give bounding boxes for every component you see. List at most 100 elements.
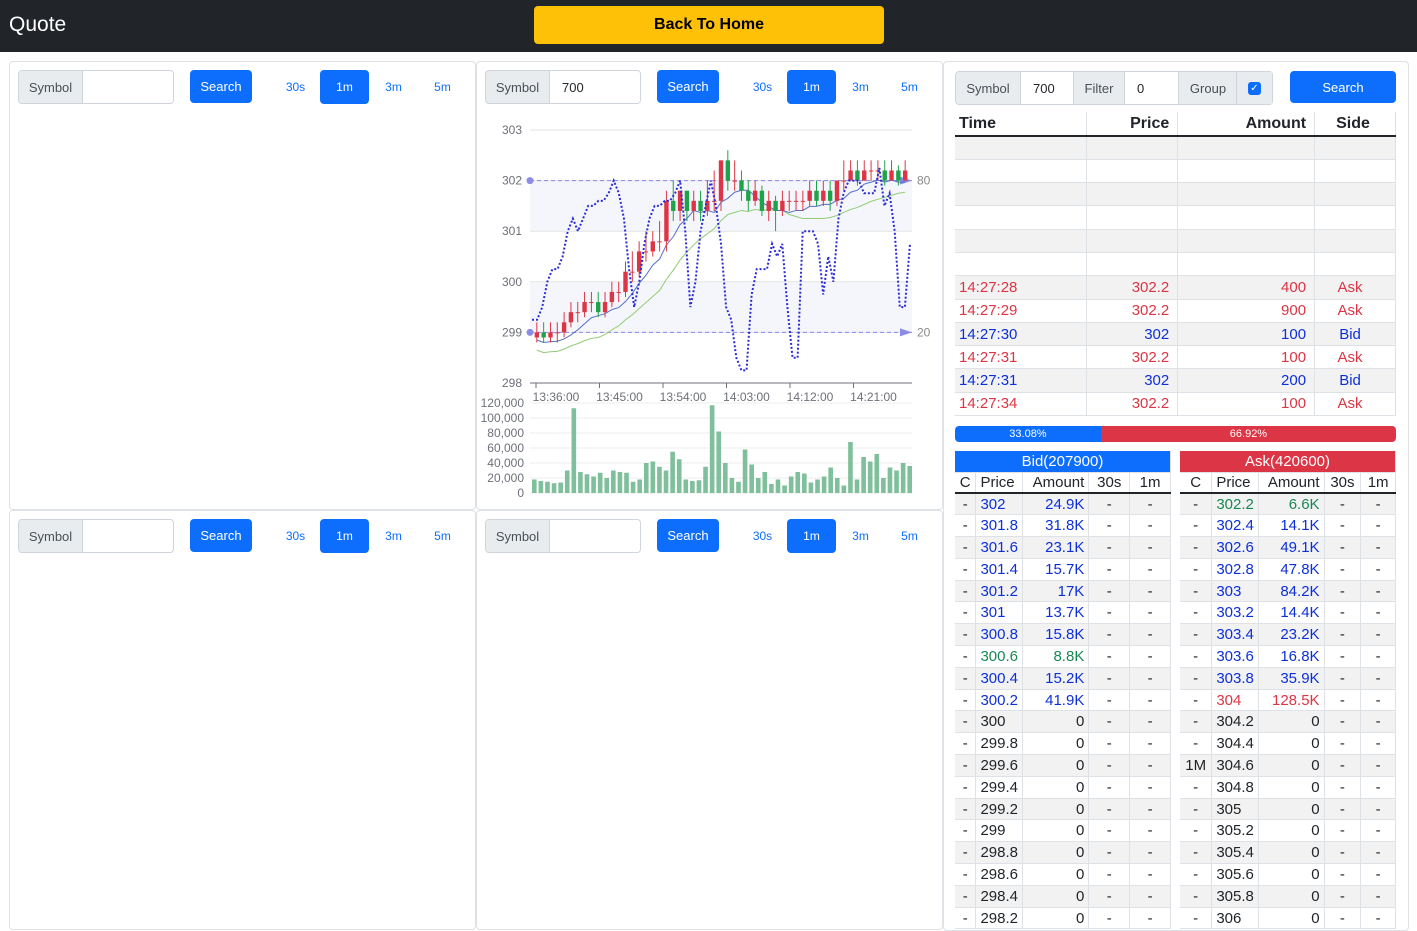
volume-bar [894,470,899,493]
interval-5m[interactable]: 5m [418,70,467,104]
interval-5m[interactable]: 5m [885,519,934,553]
candle-body [752,190,758,201]
interval-30s[interactable]: 30s [738,519,787,553]
book-c: - [955,798,977,821]
candle-body [868,170,874,172]
volume-bar [887,467,893,493]
book-row: -303.6 16.8K - - [1180,645,1396,668]
trade-time [955,252,1088,277]
volume-bar [861,457,866,493]
book-1m: - [1129,819,1171,843]
interval-1m[interactable]: 1m [787,70,836,104]
interval-1m[interactable]: 1m [787,519,836,553]
book-price: 299 [975,819,1024,843]
trade-price [1086,182,1179,207]
book-1m: - [1129,754,1171,777]
candle-body [664,200,669,242]
volume-bar [769,484,774,493]
filter-input[interactable] [1125,72,1179,104]
volume-bar [854,479,860,493]
candle-body [657,241,662,243]
interval-5m[interactable]: 5m [418,519,467,553]
book-price: 305.2 [1211,819,1259,843]
interval-3m[interactable]: 3m [369,519,418,553]
indicator-tick-label: 20 [917,325,931,339]
interval-3m[interactable]: 3m [369,70,418,104]
trade-side: Bid [1314,322,1396,347]
volume-bar [841,485,847,493]
volume-bar [703,466,708,493]
book-row: -301.6 23.1K - - [955,536,1171,559]
book-price: 300.2 [975,689,1024,712]
interval-30s[interactable]: 30s [738,70,787,104]
top-navbar: Quote Back To Home [0,0,1417,52]
trade-search-button[interactable]: Search [1290,71,1396,103]
trade-price: 302.2 [1086,275,1179,300]
volume-bar [795,472,801,493]
book-1m: - [1129,841,1171,865]
back-to-home-button[interactable]: Back To Home [534,6,884,44]
symbol-input[interactable] [83,71,173,103]
book-amount: 35.9K [1258,667,1325,690]
search-button[interactable]: Search [657,519,719,552]
volume-bar [597,472,603,493]
candle-body [650,241,655,252]
group-label: Group [1179,72,1237,104]
interval-30s[interactable]: 30s [271,519,320,553]
candle-body [630,271,635,273]
trade-side [1314,229,1396,253]
interval-3m[interactable]: 3m [836,519,885,553]
search-button[interactable]: Search [190,70,252,103]
book-amount: 14.1K [1258,514,1325,538]
book-1m: - [1360,493,1396,516]
col-1m: 1m [1129,472,1171,494]
col-1m: 1m [1360,472,1396,494]
symbol-input[interactable] [550,71,640,103]
group-checkbox[interactable]: ✓ [1236,72,1272,104]
trade-row [955,182,1396,207]
interval-5m[interactable]: 5m [885,70,934,104]
book-c: - [955,667,977,690]
brand-title[interactable]: Quote [9,13,66,37]
candle-body [787,200,792,202]
search-button[interactable]: Search [190,519,252,552]
book-row: -298.2 0- - [955,907,1171,930]
book-c: - [1180,558,1213,581]
candle-body [561,322,567,333]
symbol-input[interactable] [83,520,173,552]
book-row: 1M 304.6 0- - [1180,754,1396,777]
book-amount: 6.6K [1258,493,1325,516]
volume-bar [749,464,754,493]
book-price: 304.8 [1211,776,1259,799]
search-button[interactable]: Search [657,70,719,103]
interval-30s[interactable]: 30s [271,70,320,104]
volume-bar [650,461,656,493]
book-row: -302 24.9K - - [955,493,1171,516]
candlestick-chart[interactable]: 303 302 301 300 299 298 80 20 13:36:00 13:45:00 13… [477,118,942,498]
interval-3m[interactable]: 3m [836,70,885,104]
interval-1m[interactable]: 1m [320,70,369,104]
symbol-input[interactable] [550,520,640,552]
book-price: 299.2 [975,798,1024,821]
book-amount: 0 [1022,885,1090,908]
volume-bar [775,479,781,493]
trade-price: 302.2 [1086,345,1179,370]
candle-body [575,312,580,314]
trade-time [955,182,1088,207]
trade-amount: 100 [1177,322,1316,347]
trade-symbol-input[interactable] [1021,72,1074,104]
trade-time [955,136,1088,160]
col-amount: Amount [1177,112,1316,137]
volume-bar [762,472,768,493]
interval-1m[interactable]: 1m [320,519,369,553]
book-c: - [955,580,977,603]
volume-bar [716,431,722,493]
book-30s: - [1324,841,1362,865]
book-row: -298.4 0- - [955,885,1171,908]
candle-body [827,190,833,201]
trade-side: Ask [1314,345,1396,370]
price-tick-label: 298 [502,376,522,390]
book-row: -305 0- - [1180,798,1396,821]
book-30s: - [1324,536,1362,559]
book-1m: - [1360,754,1396,777]
